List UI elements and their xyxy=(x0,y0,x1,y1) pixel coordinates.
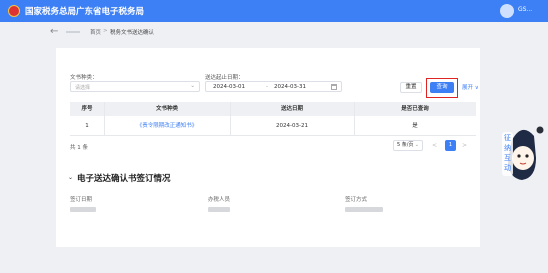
doc-type-label: 文书种类： xyxy=(70,75,98,81)
next-page-button[interactable]: > xyxy=(462,142,467,149)
date-end-input[interactable]: 2024-03-31 xyxy=(274,84,306,90)
assistant-mascot-icon: 征 纳 互 动 xyxy=(502,126,544,180)
signer-value-redacted xyxy=(208,207,230,212)
breadcrumb-home-link[interactable]: 首页 xyxy=(90,28,101,36)
user-avatar[interactable] xyxy=(500,4,514,18)
current-page-button[interactable]: 1 xyxy=(445,140,456,151)
breadcrumb-separator: > xyxy=(103,28,108,34)
sign-date-label: 签订日期 xyxy=(70,197,93,203)
cell-date: 2024-03-21 xyxy=(276,123,308,129)
col-header-queried: 是否已查询 xyxy=(401,106,429,112)
section-title: 电子送达确认书签订情况 xyxy=(77,174,171,184)
crumb-placeholder-bar xyxy=(66,31,80,33)
top-header-bar: 国家税务总局广东省电子税务局 GS... xyxy=(0,0,548,22)
prev-page-button[interactable]: < xyxy=(432,142,437,149)
table-header: 序号 文书种类 送达日期 是否已查询 xyxy=(70,102,476,116)
cell-doc-type-link[interactable]: 《责令限期改正通知书》 xyxy=(104,116,230,136)
assistant-char-top: 征 xyxy=(504,133,511,142)
chevron-down-icon: ⌄ xyxy=(190,83,195,89)
user-menu[interactable]: GS... xyxy=(518,6,532,13)
site-title: 国家税务总局广东省电子税务局 xyxy=(25,7,145,17)
query-button[interactable]: 查询 xyxy=(430,82,454,93)
col-header-date: 送达日期 xyxy=(280,106,303,112)
tax-assistant-widget[interactable]: 征 纳 互 动 xyxy=(500,118,546,186)
col-header-doc-type: 文书种类 xyxy=(155,106,178,112)
cell-queried: 是 xyxy=(412,123,418,129)
table-divider xyxy=(104,102,105,136)
breadcrumb-current: 税务文书送达确认 xyxy=(110,30,155,36)
back-arrow-icon[interactable]: ← xyxy=(50,26,58,37)
expand-filters-link[interactable]: 展开 ∨ xyxy=(462,83,479,91)
total-count: 共 1 条 xyxy=(70,145,88,151)
table-divider xyxy=(230,102,231,136)
sign-method-label: 签订方式 xyxy=(345,197,368,203)
table-row: 1 《责令限期改正通知书》 2024-03-21 是 xyxy=(70,116,476,136)
chevron-down-icon: ⌄ xyxy=(414,142,419,148)
sign-method-value-redacted xyxy=(345,207,383,212)
collapse-chevron-icon[interactable]: ⌄ xyxy=(68,174,73,181)
doc-type-select[interactable]: 请选择 ⌄ xyxy=(70,81,200,92)
page-size-select[interactable]: 5 条/页 ⌄ xyxy=(393,140,423,151)
breadcrumb: ← 首页 > 税务文书送达确认 xyxy=(0,22,548,42)
date-range-label: 送达起止日期： xyxy=(205,75,244,81)
signer-label: 办税人员 xyxy=(208,197,231,203)
date-range-picker[interactable]: 2024-03-01 - 2024-03-31 xyxy=(205,81,342,92)
doc-type-placeholder: 请选择 xyxy=(75,85,91,91)
assistant-char-mid: 互 xyxy=(504,154,511,162)
assistant-char-bottom: 动 xyxy=(504,163,511,172)
table-divider xyxy=(354,102,355,136)
date-separator: - xyxy=(266,84,268,90)
reset-button[interactable]: 重置 xyxy=(400,82,422,93)
assistant-char-left: 纳 xyxy=(504,143,511,152)
calendar-icon xyxy=(331,84,337,90)
col-header-index: 序号 xyxy=(81,106,93,112)
cell-index: 1 xyxy=(85,123,89,129)
page-size-value: 5 条/页 xyxy=(397,142,414,148)
sign-date-value-redacted xyxy=(70,207,96,212)
tax-bureau-logo-icon xyxy=(8,5,20,17)
date-start-input[interactable]: 2024-03-01 xyxy=(213,84,245,90)
